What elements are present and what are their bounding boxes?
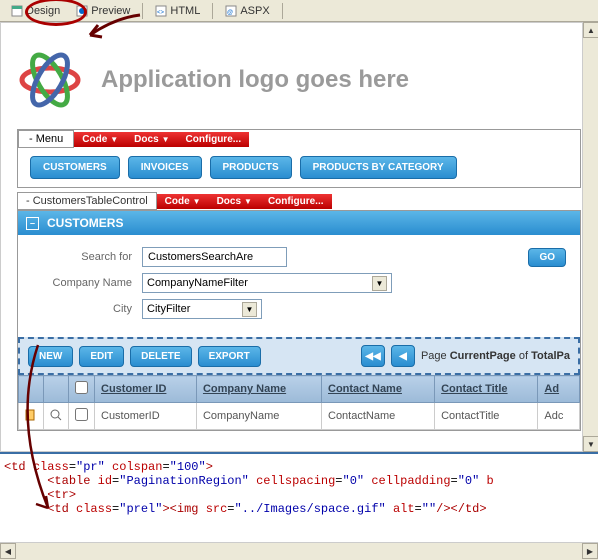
tab-aspx[interactable]: @ ASPX: [218, 2, 276, 20]
design-canvas: Application logo goes here - Menu Code▼ …: [0, 22, 598, 452]
menu-label[interactable]: - Menu: [18, 130, 74, 148]
chevron-down-icon: ▼: [162, 135, 170, 144]
nav-products[interactable]: PRODUCTS: [210, 156, 292, 179]
grid-header-contact-name[interactable]: Contact Name: [322, 376, 435, 403]
company-name-filter[interactable]: CompanyNameFilter▼: [142, 273, 392, 293]
new-button[interactable]: NEW: [28, 346, 73, 367]
pagination-region: NEW EDIT DELETE EXPORT ◀◀ ◀ Page Current…: [18, 337, 580, 375]
cell-company-name: CompanyName: [196, 403, 321, 430]
app-logo-icon: [17, 47, 83, 113]
row-checkbox[interactable]: [75, 408, 88, 421]
svg-text:<>: <>: [157, 10, 165, 16]
grid-header-edit: [19, 376, 44, 403]
nav-customers[interactable]: CUSTOMERS: [30, 156, 120, 179]
chevron-down-icon: ▼: [242, 302, 257, 317]
grid-header-address[interactable]: Ad: [538, 376, 580, 403]
aspx-icon: @: [225, 5, 237, 17]
nav-products-by-category[interactable]: PRODUCTS BY CATEGORY: [300, 156, 457, 179]
table-row: CustomerID CompanyName ContactName Conta…: [19, 403, 580, 430]
grid-header-customer-id[interactable]: Customer ID: [95, 376, 197, 403]
panel-header: – CUSTOMERS: [18, 211, 580, 235]
menu-code-tag[interactable]: Code▼: [74, 132, 126, 147]
scroll-down-button[interactable]: ▼: [583, 436, 598, 452]
html-icon: <>: [155, 5, 167, 17]
go-button[interactable]: GO: [528, 248, 566, 267]
preview-icon: [76, 5, 88, 17]
search-input[interactable]: [142, 247, 287, 267]
svg-text:@: @: [227, 10, 233, 16]
header-row: Application logo goes here: [17, 47, 581, 113]
control-bar: - CustomersTableControl Code▼ Docs▼ Conf…: [17, 192, 581, 210]
code-pane[interactable]: <td class="pr" colspan="100"> <table id=…: [0, 452, 598, 542]
company-name-label: Company Name: [32, 277, 132, 289]
customers-grid: Customer ID Company Name Contact Name Co…: [18, 375, 580, 430]
grid-header-contact-title[interactable]: Contact Title: [435, 376, 538, 403]
scroll-right-button[interactable]: ▶: [582, 543, 598, 559]
logo-text: Application logo goes here: [101, 66, 409, 94]
grid-header-view: [44, 376, 69, 403]
collapse-icon[interactable]: –: [26, 217, 39, 230]
cell-customer-id: CustomerID: [95, 403, 197, 430]
chevron-down-icon: ▼: [110, 135, 118, 144]
vertical-scrollbar[interactable]: ▲ ▼: [582, 22, 598, 452]
search-for-label: Search for: [32, 251, 132, 263]
tab-design[interactable]: Design: [4, 2, 67, 20]
tab-preview[interactable]: Preview: [69, 2, 137, 20]
design-icon: [11, 5, 23, 17]
customers-panel: – CUSTOMERS Search for GO Company Name C…: [17, 210, 581, 431]
chevron-down-icon: ▼: [244, 197, 252, 206]
control-docs-tag[interactable]: Docs▼: [209, 194, 260, 209]
chevron-down-icon: ▼: [372, 276, 387, 291]
prev-page-button[interactable]: ◀: [391, 345, 415, 367]
edit-icon: [25, 409, 37, 421]
first-page-button[interactable]: ◀◀: [361, 345, 385, 367]
control-configure-tag[interactable]: Configure...: [260, 194, 332, 209]
cell-contact-name: ContactName: [322, 403, 435, 430]
edit-button[interactable]: EDIT: [79, 346, 124, 367]
export-button[interactable]: EXPORT: [198, 346, 261, 367]
menu-bar: - Menu Code▼ Docs▼ Configure... CUSTOMER…: [17, 129, 581, 188]
delete-button[interactable]: DELETE: [130, 346, 191, 367]
page-info: Page CurrentPage of TotalPa: [421, 350, 570, 362]
scroll-up-button[interactable]: ▲: [583, 22, 598, 38]
row-check-cell: [69, 403, 95, 430]
city-filter[interactable]: CityFilter▼: [142, 299, 262, 319]
magnifier-icon: [50, 409, 62, 421]
chevron-down-icon: ▼: [193, 197, 201, 206]
control-code-tag[interactable]: Code▼: [157, 194, 209, 209]
tab-design-label: Design: [26, 5, 60, 17]
tab-html[interactable]: <> HTML: [148, 2, 207, 20]
cell-address: Adc: [538, 403, 580, 430]
tab-preview-label: Preview: [91, 5, 130, 17]
nav-invoices[interactable]: INVOICES: [128, 156, 202, 179]
menu-configure-tag[interactable]: Configure...: [178, 132, 250, 147]
row-view-cell[interactable]: [44, 403, 69, 430]
scroll-left-button[interactable]: ◀: [0, 543, 16, 559]
grid-header-check: [69, 376, 95, 403]
horizontal-scrollbar[interactable]: ◀ ▶: [0, 542, 598, 558]
row-edit-cell[interactable]: [19, 403, 44, 430]
grid-header-company-name[interactable]: Company Name: [196, 376, 321, 403]
select-all-checkbox[interactable]: [75, 381, 88, 394]
panel-title: CUSTOMERS: [47, 216, 123, 230]
tab-html-label: HTML: [170, 5, 200, 17]
editor-tabs: Design Preview <> HTML @ ASPX: [0, 0, 598, 22]
tab-aspx-label: ASPX: [240, 5, 269, 17]
cell-contact-title: ContactTitle: [435, 403, 538, 430]
menu-docs-tag[interactable]: Docs▼: [126, 132, 177, 147]
control-label[interactable]: - CustomersTableControl: [17, 192, 157, 210]
city-label: City: [32, 303, 132, 315]
